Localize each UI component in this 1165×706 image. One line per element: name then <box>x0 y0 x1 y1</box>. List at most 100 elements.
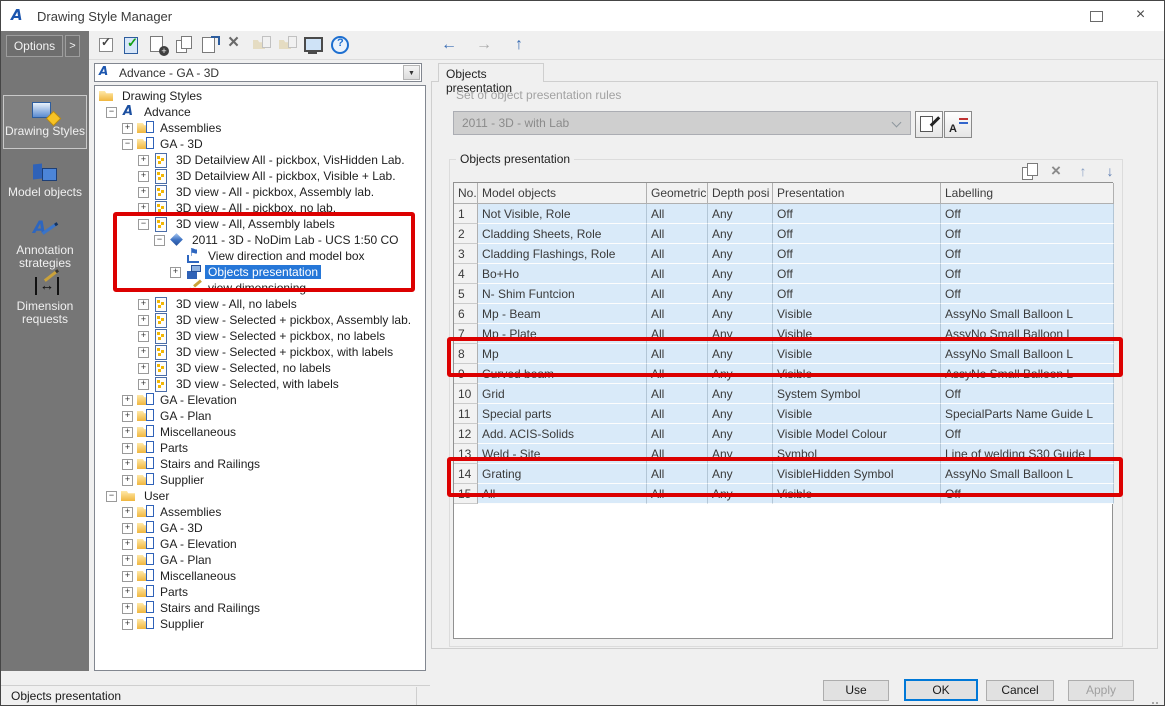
expand-icon[interactable]: + <box>122 570 133 582</box>
validate-icon[interactable] <box>95 34 117 56</box>
expand-icon[interactable]: + <box>122 586 133 598</box>
tree-item-ga-plan[interactable]: + GA - Plan <box>95 552 425 568</box>
combobox-dropdown-arrow[interactable]: ▼ <box>403 65 420 80</box>
tree-item-ga-3d[interactable]: + GA - 3D <box>95 520 425 536</box>
tree-item-objects-presentation[interactable]: + Objects presentation <box>95 264 425 280</box>
expand-icon[interactable]: + <box>122 618 133 630</box>
close-button[interactable]: × <box>1118 1 1163 31</box>
collapse-icon[interactable]: − <box>106 106 117 118</box>
table-row[interactable]: 8 Mp All Any Visible AssyNo Small Balloon L <box>454 344 1114 364</box>
expand-icon[interactable]: + <box>122 506 133 518</box>
tree-item-supplier[interactable]: + Supplier <box>95 616 425 632</box>
expand-icon[interactable]: + <box>138 186 149 198</box>
apply-style-icon[interactable] <box>121 34 143 56</box>
table-row[interactable]: 1 Not Visible, Role All Any Off Off <box>454 204 1114 224</box>
collapse-icon[interactable]: − <box>106 490 117 502</box>
ok-button[interactable]: OK <box>904 679 978 701</box>
cancel-button[interactable]: Cancel <box>986 680 1054 701</box>
delete-icon[interactable] <box>225 32 247 56</box>
tree-item-ga-elevation[interactable]: + GA - Elevation <box>95 392 425 408</box>
expand-icon[interactable]: + <box>122 602 133 614</box>
tree-item-miscellaneous[interactable]: + Miscellaneous <box>95 424 425 440</box>
expand-icon[interactable]: + <box>138 362 149 374</box>
tree-item-ga-3d[interactable]: − GA - 3D <box>95 136 425 152</box>
tree-item-3d-view-selected-with-labels[interactable]: +3D view - Selected, with labels <box>95 376 425 392</box>
expand-icon[interactable]: + <box>122 410 133 422</box>
expand-icon[interactable]: + <box>122 442 133 454</box>
new-rule-button[interactable] <box>915 111 943 138</box>
options-button[interactable]: Options <box>6 35 63 57</box>
expand-icon[interactable]: + <box>122 554 133 566</box>
expand-icon[interactable]: + <box>138 378 149 390</box>
tree-item-parts[interactable]: + Parts <box>95 440 425 456</box>
paste-icon[interactable] <box>199 34 221 56</box>
sidebar-item-annotation-strategies[interactable]: Annotation strategies <box>3 215 87 270</box>
tree-item-3d-view-selected-pickbox-no-labels[interactable]: +3D view - Selected + pickbox, no labels <box>95 328 425 344</box>
table-row[interactable]: 7 Mp - Plate All Any Visible AssyNo Small Bal… <box>454 324 1114 344</box>
collapse-icon[interactable]: − <box>122 138 133 150</box>
style-category-combobox[interactable]: Advance - GA - 3D ▼ <box>94 63 422 82</box>
expand-icon[interactable]: + <box>138 202 149 214</box>
table-row[interactable]: 13 Weld - Site All Any Symbol Line of welding… <box>454 444 1114 464</box>
collapse-icon[interactable]: − <box>138 218 149 230</box>
maximize-button[interactable] <box>1073 1 1118 31</box>
table-row[interactable]: 12 Add. ACIS-Solids All Any Visible Model Co… <box>454 424 1114 444</box>
tree-item-3d-view-selected-pickbox-assembly-lab[interactable]: +3D view - Selected + pickbox, Assembly … <box>95 312 425 328</box>
table-row[interactable]: 15 All All Any Visible Off <box>454 484 1114 504</box>
help-icon[interactable] <box>329 34 351 56</box>
tree-item-3d-view-all-pickbox-no-lab[interactable]: +3D view - All - pickbox, no lab. <box>95 200 425 216</box>
tab-objects-presentation[interactable]: Objects presentation <box>438 63 544 95</box>
tree-item-ga-elevation[interactable]: + GA - Elevation <box>95 536 425 552</box>
expand-icon[interactable]: + <box>122 538 133 550</box>
copy-icon[interactable] <box>1019 161 1039 181</box>
nav-up-icon[interactable]: ↑ <box>508 34 530 56</box>
tree-item-3d-view-all-pickbox-assembly-lab[interactable]: +3D view - All - pickbox, Assembly lab. <box>95 184 425 200</box>
resize-grip[interactable] <box>1149 695 1159 705</box>
tree-item-assemblies[interactable]: + Assemblies <box>95 504 425 520</box>
delete-icon[interactable]: × <box>1046 161 1066 181</box>
move-down-icon[interactable]: ↓ <box>1100 161 1120 181</box>
expand-icon[interactable]: + <box>122 122 133 134</box>
collapse-icon[interactable]: − <box>154 234 165 246</box>
sidebar-item-drawing-styles[interactable]: Drawing Styles <box>3 95 87 149</box>
expand-icon[interactable]: + <box>138 314 149 326</box>
table-row[interactable]: 9 Curved beam All Any Visible AssyNo Small Ba… <box>454 364 1114 384</box>
expand-icon[interactable]: + <box>122 522 133 534</box>
use-button[interactable]: Use <box>823 680 889 701</box>
expand-icon[interactable]: + <box>122 474 133 486</box>
tree-item-3d-view-selected-pickbox-with-labels[interactable]: +3D view - Selected + pickbox, with labe… <box>95 344 425 360</box>
table-row[interactable]: 4 Bo+Ho All Any Off Off <box>454 264 1114 284</box>
new-style-icon[interactable] <box>147 34 169 56</box>
expand-icon[interactable]: + <box>138 346 149 358</box>
tree-item-miscellaneous[interactable]: + Miscellaneous <box>95 568 425 584</box>
tree-item-advance[interactable]: − Advance <box>95 104 425 120</box>
tree-item-3d-detailview-all-pickbox-visible-lab[interactable]: +3D Detailview All - pickbox, Visible + … <box>95 168 425 184</box>
tree-item-3d-view-all-assembly-labels[interactable]: − 3D view - All, Assembly labels <box>95 216 425 232</box>
expand-icon[interactable]: + <box>138 154 149 166</box>
table-row[interactable]: 6 Mp - Beam All Any Visible AssyNo Small Ball… <box>454 304 1114 324</box>
table-row[interactable]: 10 Grid All Any System Symbol Off <box>454 384 1114 404</box>
copy-icon[interactable] <box>173 34 195 56</box>
rename-rule-button[interactable] <box>944 111 972 138</box>
expand-icon[interactable]: + <box>122 426 133 438</box>
expand-icon[interactable]: + <box>138 330 149 342</box>
expand-icon[interactable]: + <box>122 394 133 406</box>
tree-item-ga-plan[interactable]: + GA - Plan <box>95 408 425 424</box>
sidebar-item-dimension-requests[interactable]: Dimension requests <box>3 271 87 327</box>
expand-icon[interactable]: + <box>138 170 149 182</box>
sidebar-item-model-objects[interactable]: Model objects <box>3 157 87 207</box>
tree-item-parts[interactable]: + Parts <box>95 584 425 600</box>
tree-item-user[interactable]: − User <box>95 488 425 504</box>
tree-item-stairs-and-railings[interactable]: + Stairs and Railings <box>95 456 425 472</box>
expand-icon[interactable]: + <box>170 266 181 278</box>
tree-item-stairs-and-railings[interactable]: + Stairs and Railings <box>95 600 425 616</box>
table-row[interactable]: 3 Cladding Flashings, Role All Any Off Off <box>454 244 1114 264</box>
table-row[interactable]: 14 Grating All Any VisibleHidden Symbol AssyN… <box>454 464 1114 484</box>
display-icon[interactable] <box>303 34 325 56</box>
table-row[interactable]: 11 Special parts All Any Visible SpecialParts… <box>454 404 1114 424</box>
table-row[interactable]: 5 N- Shim Funtcion All Any Off Off <box>454 284 1114 304</box>
nav-back-icon[interactable]: ← <box>438 34 460 56</box>
tree-item-drawing-styles[interactable]: Drawing Styles <box>95 88 425 104</box>
tree-item-supplier[interactable]: + Supplier <box>95 472 425 488</box>
tree-item-view-dimensioning[interactable]: −view dimensioning <box>95 280 425 296</box>
